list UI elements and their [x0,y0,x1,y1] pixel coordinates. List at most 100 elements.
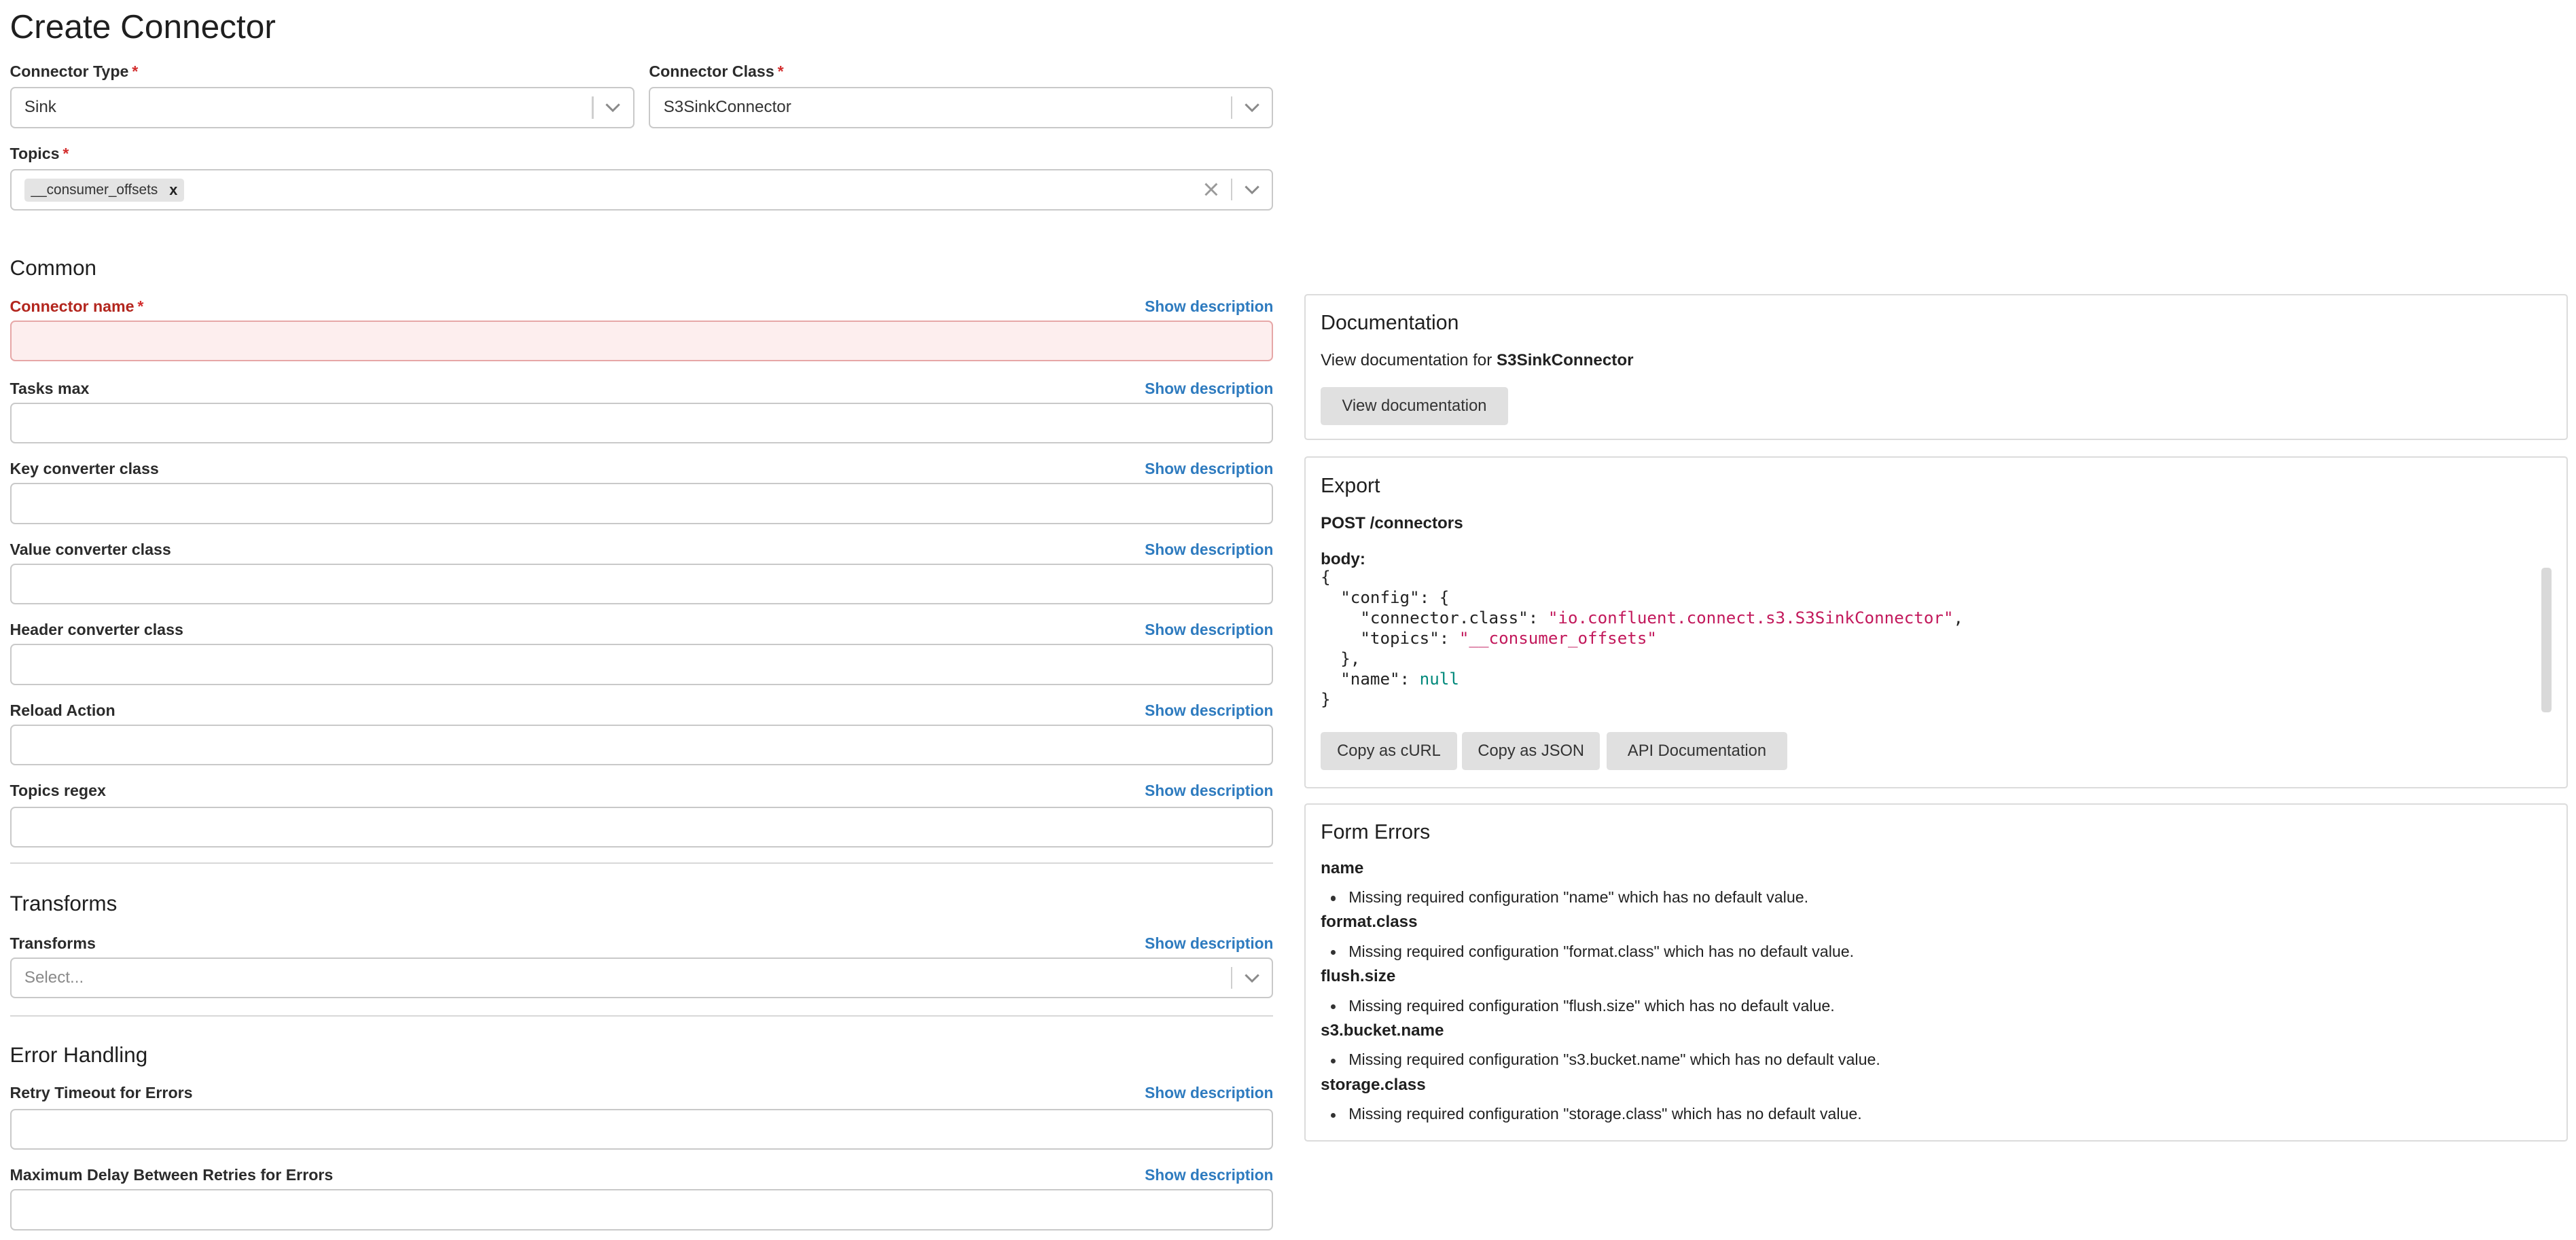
export-endpoint: POST /connectors [1321,513,1463,532]
required-marker: * [777,62,784,80]
documentation-text: View documentation for S3SinkConnector [1321,351,1633,370]
error-message: Missing required configuration "flush.si… [1330,996,1835,1015]
error-message-text: Missing required configuration "flush.si… [1348,996,1835,1015]
connector-class-label-text: Connector Class [649,62,774,80]
topics-regex-label: Topics regex [10,782,106,800]
section-title-error-handling: Error Handling [10,1042,148,1067]
show-description-link[interactable]: Show description [986,621,1273,639]
close-icon[interactable]: x [169,181,177,199]
show-description-link[interactable]: Show description [986,297,1273,316]
connector-name-label-text: Connector name [10,297,135,315]
retry-timeout-label: Retry Timeout for Errors [10,1084,193,1102]
transforms-select[interactable]: Select... [10,958,1274,999]
connector-name-input[interactable] [10,320,1274,362]
error-field-name: format.class [1321,913,1418,932]
connector-class-label: Connector Class * [649,62,783,81]
connector-class-select[interactable]: S3SinkConnector [649,87,1274,128]
code-punct: , [1953,608,1964,628]
error-message-text: Missing required configuration "name" wh… [1348,888,1809,907]
chevron-down-icon[interactable] [1234,170,1270,208]
code-line: { [1321,568,1331,587]
show-description-link[interactable]: Show description [986,541,1273,559]
export-title: Export [1321,474,1380,497]
tasks-max-input[interactable] [10,402,1274,443]
copy-as-curl-button[interactable]: Copy as cURL [1321,732,1457,770]
error-message: Missing required configuration "storage.… [1330,1105,1862,1123]
connector-type-value: Sink [24,98,56,117]
value-converter-class-label: Value converter class [10,540,171,558]
clear-icon[interactable] [1193,170,1229,208]
required-marker: * [137,297,144,315]
code-line: } [1321,690,1331,710]
code-string: "io.confluent.connect.s3.S3SinkConnector… [1548,608,1954,628]
select-separator [1230,96,1233,119]
bullet [1330,1112,1336,1118]
topic-chip-label: __consumer_offsets [31,182,158,198]
connector-type-label: Connector Type * [10,62,139,81]
code-line: "name": null [1321,670,1963,690]
documentation-card: Documentation View documentation for S3S… [1304,293,2569,441]
code-scrollbar[interactable] [2541,568,2552,713]
export-card: Export POST /connectors body: { "config"… [1304,456,2569,788]
view-documentation-button[interactable]: View documentation [1321,387,1508,425]
select-separator [592,96,594,119]
code-key: "connector.class": [1321,608,1548,628]
show-description-link[interactable]: Show description [986,782,1273,800]
code-line: "config": { [1321,588,1450,608]
show-description-link[interactable]: Show description [986,701,1273,720]
topics-label: Topics * [10,145,69,163]
header-converter-class-input[interactable] [10,644,1274,685]
connector-name-label: Connector name * [10,297,144,316]
documentation-title: Documentation [1321,312,1459,335]
code-line: "connector.class": "io.confluent.connect… [1321,608,1963,629]
error-message-text: Missing required configuration "s3.bucke… [1348,1051,1880,1069]
required-marker: * [62,144,69,162]
connector-type-label-text: Connector Type [10,62,129,80]
show-description-link[interactable]: Show description [986,380,1273,398]
reload-action-input[interactable] [10,724,1274,766]
api-documentation-button[interactable]: API Documentation [1606,732,1787,770]
show-description-link[interactable]: Show description [986,1084,1273,1102]
select-separator [1230,179,1233,201]
error-message: Missing required configuration "s3.bucke… [1330,1051,1880,1069]
show-description-link[interactable]: Show description [986,1166,1273,1184]
page-title: Create Connector [10,7,276,45]
error-field-name: s3.bucket.name [1321,1021,1444,1040]
code-line: }, [1321,649,1361,669]
form-errors-title: Form Errors [1321,820,1431,843]
section-title-transforms: Transforms [10,892,118,916]
chevron-down-icon[interactable] [595,88,631,126]
documentation-connector: S3SinkConnector [1497,351,1634,370]
chevron-down-icon[interactable] [1234,88,1270,126]
export-code-block: { "config": { "connector.class": "io.con… [1321,568,1963,710]
show-description-link[interactable]: Show description [986,934,1273,953]
topics-multiselect[interactable]: __consumer_offsets x [10,169,1274,211]
code-key: "topics": [1321,629,1459,649]
key-converter-class-label: Key converter class [10,460,159,478]
reload-action-label: Reload Action [10,701,115,719]
connector-type-select[interactable]: Sink [10,87,634,128]
error-message: Missing required configuration "format.c… [1330,942,1855,961]
bullet [1330,950,1336,955]
select-separator [1230,967,1233,989]
show-description-link[interactable]: Show description [986,460,1273,478]
error-field-name: name [1321,858,1364,877]
value-converter-class-input[interactable] [10,563,1274,605]
section-divider [10,862,1274,864]
max-delay-input[interactable] [10,1189,1274,1230]
bullet [1330,1004,1336,1010]
topics-regex-input[interactable] [10,806,1274,847]
error-field-name: storage.class [1321,1075,1426,1094]
chevron-down-icon[interactable] [1234,959,1270,997]
code-key: "name": [1321,670,1420,689]
bullet [1330,1058,1336,1063]
error-field-name: flush.size [1321,967,1396,986]
bullet [1330,896,1336,901]
connector-class-value: S3SinkConnector [663,98,791,117]
copy-as-json-button[interactable]: Copy as JSON [1462,732,1600,770]
topics-label-text: Topics [10,144,60,162]
retry-timeout-input[interactable] [10,1108,1274,1150]
transforms-placeholder: Select... [24,968,84,987]
key-converter-class-input[interactable] [10,483,1274,524]
error-message-text: Missing required configuration "format.c… [1348,942,1855,960]
